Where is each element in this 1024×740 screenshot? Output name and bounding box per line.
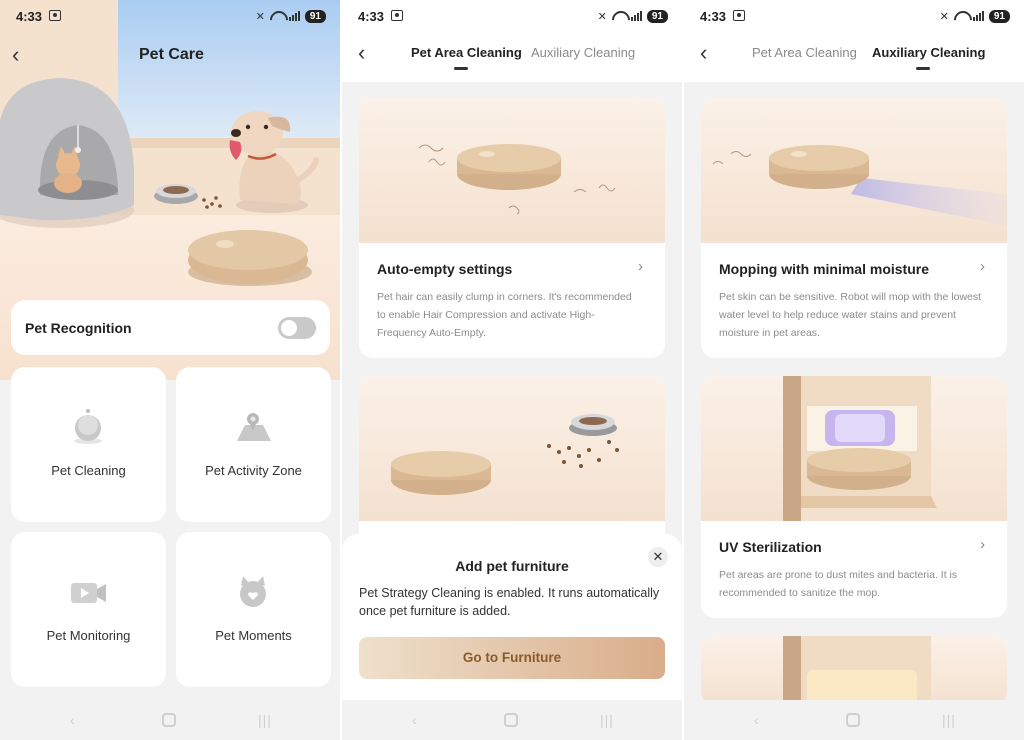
next-feature-card[interactable] — [701, 636, 1007, 706]
status-bar: 4:33 ✕ 91 — [0, 0, 340, 32]
battery-badge: 91 — [988, 9, 1010, 23]
auto-empty-card[interactable]: Auto-empty settings › Pet hair can easil… — [359, 98, 665, 358]
tile-label: Pet Activity Zone — [205, 463, 302, 478]
tile-pet-moments[interactable]: Pet Moments — [176, 532, 331, 687]
screen-record-icon — [391, 10, 403, 21]
tile-label: Pet Monitoring — [46, 628, 131, 643]
wifi-icon — [954, 11, 968, 21]
chevron-right-icon[interactable]: › — [638, 258, 643, 275]
video-camera-icon — [71, 583, 106, 603]
card-title: UV Sterilization — [719, 539, 822, 555]
card-description: Pet skin can be sensitive. Robot will mo… — [719, 291, 982, 339]
back-button[interactable]: ‹ — [700, 40, 707, 66]
mopping-minimal-moisture-card[interactable]: Mopping with minimal moisture › Pet skin… — [701, 98, 1007, 358]
chevron-right-icon[interactable]: › — [980, 536, 985, 553]
card-description: Pet areas are prone to dust mites and ba… — [719, 569, 958, 599]
chevron-right-icon[interactable]: › — [980, 258, 985, 275]
pet-recognition-label: Pet Recognition — [25, 320, 132, 336]
activity-zone-icon — [237, 413, 271, 441]
page-title: Pet Care — [139, 46, 204, 63]
auto-empty-illustration — [359, 98, 665, 243]
card-title: Mopping with minimal moisture — [719, 261, 929, 277]
card-description: Pet hair can easily clump in corners. It… — [377, 291, 632, 339]
tile-pet-cleaning[interactable]: Pet Cleaning — [11, 367, 166, 522]
card-title: Auto-empty settings — [377, 261, 513, 277]
pet-care-screen: 4:33 ✕ 91 ‹ Pet Care Pet Recognition Pet… — [0, 0, 340, 740]
signal-icon — [972, 11, 984, 21]
status-time: 4:33 — [358, 9, 385, 24]
status-icons: ✕ 91 — [256, 8, 326, 24]
uv-illustration — [701, 376, 1007, 521]
signal-icon — [288, 11, 300, 21]
nav-recents-icon[interactable]: ||| — [600, 712, 614, 728]
pet-area-cleaning-screen: 4:33 ✕ 91 ‹ Pet Area Cleaning Auxiliary … — [342, 0, 682, 740]
system-nav-bar: ‹ ||| — [342, 700, 682, 740]
dock-illustration — [783, 636, 931, 706]
nav-back-icon[interactable]: ‹ — [70, 712, 75, 728]
battery-badge: 91 — [304, 9, 326, 23]
modal-body: Pet Strategy Cleaning is enabled. It run… — [359, 586, 660, 618]
status-icons: ✕ 91 — [940, 8, 1010, 24]
nav-home-icon[interactable] — [846, 713, 860, 727]
tab-header: ‹ Pet Area Cleaning Auxiliary Cleaning — [342, 32, 682, 82]
add-pet-furniture-modal: Add pet furniture ✕ Pet Strategy Cleanin… — [342, 534, 682, 700]
dock-uv-illustration — [783, 376, 937, 521]
status-icons: ✕ 91 — [598, 8, 668, 24]
tab-auxiliary-cleaning[interactable]: Auxiliary Cleaning — [872, 45, 985, 60]
tab-header: ‹ Pet Area Cleaning Auxiliary Cleaning — [684, 32, 1024, 82]
signal-icon — [630, 11, 642, 21]
wifi-icon — [270, 11, 284, 21]
back-button[interactable]: ‹ — [358, 40, 365, 66]
nav-recents-icon[interactable]: ||| — [942, 712, 956, 728]
status-time: 4:33 — [16, 9, 43, 24]
pet-recognition-toggle[interactable] — [278, 317, 316, 339]
robot-mopping-illustration — [712, 145, 1007, 226]
mopping-illustration — [701, 98, 1007, 243]
battery-badge: 91 — [646, 9, 668, 23]
pet-furniture-illustration — [359, 376, 665, 521]
robot-illustration — [418, 144, 616, 215]
mute-icon: ✕ — [939, 10, 949, 23]
mute-icon: ✕ — [255, 10, 265, 23]
nav-home-icon[interactable] — [162, 713, 176, 727]
mute-icon: ✕ — [597, 10, 607, 23]
modal-title: Add pet furniture — [455, 558, 569, 574]
back-button[interactable]: ‹ — [12, 42, 19, 68]
nav-recents-icon[interactable]: ||| — [258, 712, 272, 728]
system-nav-bar: ‹ ||| — [0, 700, 340, 740]
tab-pet-area-cleaning[interactable]: Pet Area Cleaning — [752, 45, 857, 60]
tile-label: Pet Moments — [215, 628, 292, 643]
nav-back-icon[interactable]: ‹ — [754, 712, 759, 728]
status-time: 4:33 — [700, 9, 727, 24]
nav-back-icon[interactable]: ‹ — [412, 712, 417, 728]
pet-cleaning-icon — [74, 409, 102, 444]
auxiliary-cleaning-screen: 4:33 ✕ 91 ‹ Pet Area Cleaning Auxiliary … — [684, 0, 1024, 740]
nav-home-icon[interactable] — [504, 713, 518, 727]
go-to-furniture-button[interactable]: Go to Furniture — [359, 637, 665, 679]
wifi-icon — [612, 11, 626, 21]
next-feature-illustration — [701, 636, 1007, 706]
active-tab-indicator — [916, 67, 930, 70]
tile-pet-activity-zone[interactable]: Pet Activity Zone — [176, 367, 331, 522]
active-tab-indicator — [454, 67, 468, 70]
close-icon[interactable]: ✕ — [648, 547, 668, 567]
tile-label: Pet Cleaning — [51, 463, 126, 478]
system-nav-bar: ‹ ||| — [684, 700, 1024, 740]
tile-pet-monitoring[interactable]: Pet Monitoring — [11, 532, 166, 687]
pet-recognition-row: Pet Recognition — [11, 300, 330, 355]
uv-sterilization-card[interactable]: UV Sterilization › Pet areas are prone t… — [701, 376, 1007, 618]
pet-moments-icon — [240, 576, 266, 607]
screen-record-icon — [733, 10, 745, 21]
status-bar: 4:33 ✕ 91 — [684, 0, 1024, 32]
tab-auxiliary-cleaning[interactable]: Auxiliary Cleaning — [531, 45, 635, 60]
tab-pet-area-cleaning[interactable]: Pet Area Cleaning — [411, 45, 522, 60]
status-bar: 4:33 ✕ 91 — [342, 0, 682, 32]
screen-record-icon — [49, 10, 61, 21]
robot-bowl-illustration — [391, 414, 619, 495]
